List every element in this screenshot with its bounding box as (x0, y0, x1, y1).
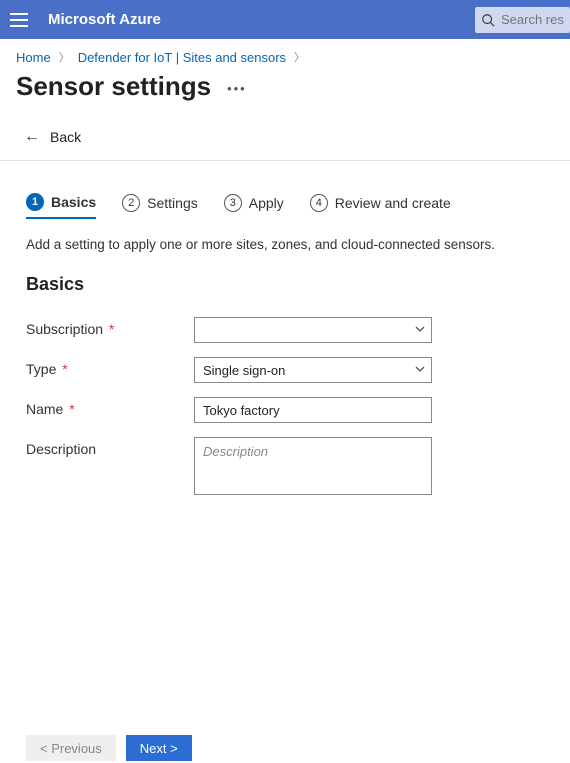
name-input[interactable] (194, 397, 432, 423)
subscription-select[interactable] (194, 317, 432, 343)
tab-review[interactable]: 4 Review and create (310, 194, 451, 218)
tab-num: 3 (224, 194, 242, 212)
tab-label: Review and create (335, 195, 451, 211)
tab-apply[interactable]: 3 Apply (224, 194, 284, 218)
hamburger-menu-icon[interactable] (10, 10, 30, 30)
page-title: Sensor settings (16, 71, 211, 102)
required-icon: * (58, 361, 67, 377)
breadcrumb-defender[interactable]: Defender for IoT | Sites and sensors (78, 50, 286, 65)
more-actions-icon[interactable]: ••• (227, 81, 247, 96)
row-name: Name * (26, 397, 544, 423)
title-row: Sensor settings ••• (0, 69, 570, 120)
breadcrumb-home[interactable]: Home (16, 50, 51, 65)
brand-label: Microsoft Azure (48, 11, 161, 28)
footer-buttons: < Previous Next > (26, 735, 192, 761)
topbar: Microsoft Azure (0, 0, 570, 39)
next-button[interactable]: Next > (126, 735, 192, 761)
description-textarea[interactable] (194, 437, 432, 495)
breadcrumb: Home 〉 Defender for IoT | Sites and sens… (0, 39, 570, 69)
subtitle: Add a setting to apply one or more sites… (26, 227, 544, 274)
back-button[interactable]: ← Back (0, 120, 570, 161)
tab-num: 4 (310, 194, 328, 212)
type-select[interactable] (194, 357, 432, 383)
tab-num: 1 (26, 193, 44, 211)
tabs: 1 Basics 2 Settings 3 Apply 4 Review and… (26, 161, 544, 227)
search-icon (481, 13, 495, 32)
tab-label: Settings (147, 195, 198, 211)
chevron-right-icon: 〉 (59, 49, 70, 65)
label-description: Description (26, 437, 194, 457)
previous-button[interactable]: < Previous (26, 735, 116, 761)
required-icon: * (105, 321, 114, 337)
required-icon: * (65, 401, 74, 417)
arrow-left-icon: ← (24, 128, 40, 146)
tab-label: Apply (249, 195, 284, 211)
tab-num: 2 (122, 194, 140, 212)
tab-basics[interactable]: 1 Basics (26, 193, 96, 219)
row-type: Type * (26, 357, 544, 383)
label-name: Name * (26, 397, 194, 417)
back-label: Back (50, 129, 81, 145)
label-type: Type * (26, 357, 194, 377)
section-heading: Basics (26, 274, 544, 295)
tab-label: Basics (51, 194, 96, 210)
label-subscription: Subscription * (26, 317, 194, 337)
content-area: 1 Basics 2 Settings 3 Apply 4 Review and… (0, 161, 570, 761)
tab-settings[interactable]: 2 Settings (122, 194, 198, 218)
chevron-right-icon: 〉 (294, 49, 305, 65)
row-subscription: Subscription * (26, 317, 544, 343)
row-description: Description (26, 437, 544, 500)
